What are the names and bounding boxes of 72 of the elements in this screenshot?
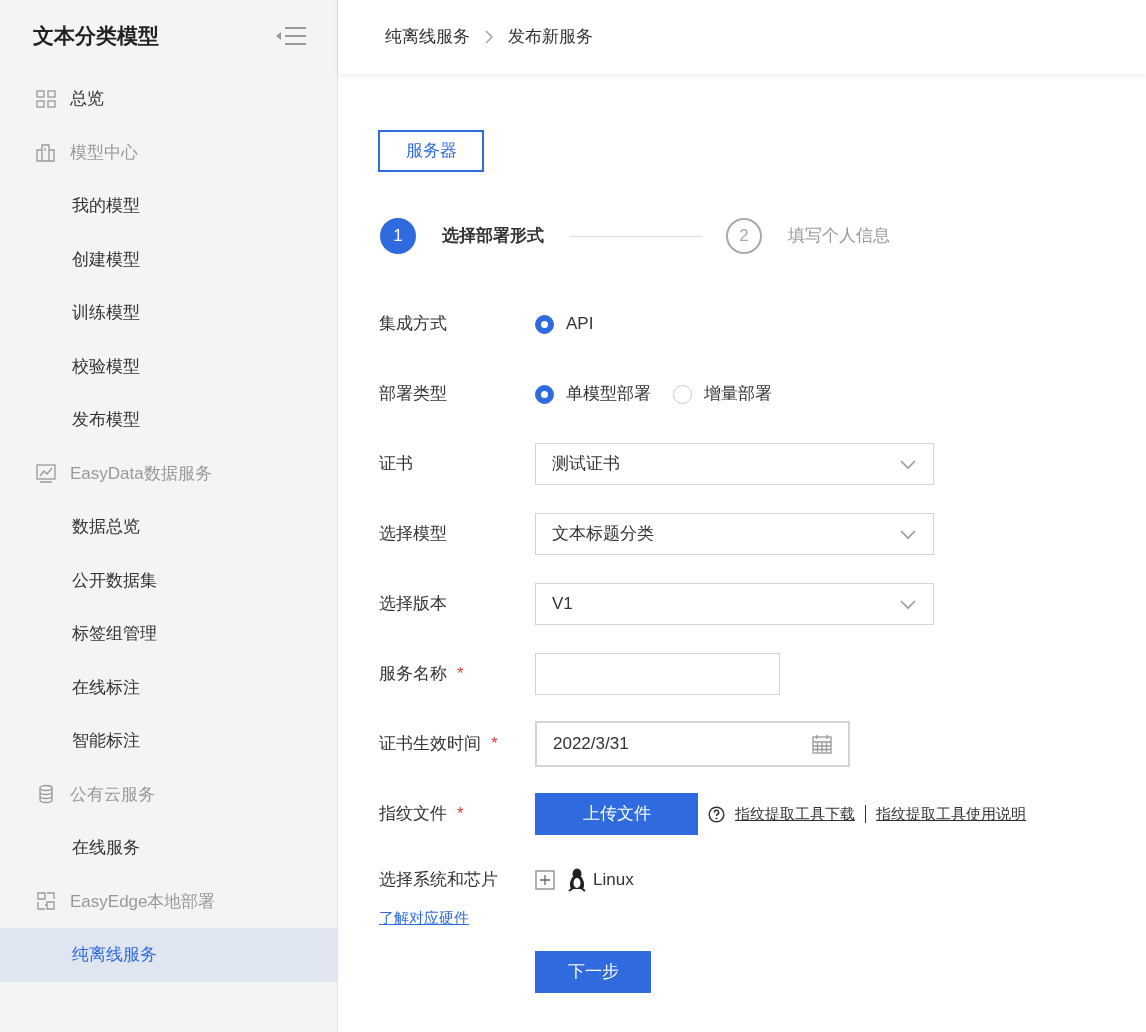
menu-label: 模型中心: [70, 141, 138, 164]
sidebar-item[interactable]: 我的模型: [0, 179, 337, 233]
required-mark: *: [491, 734, 498, 754]
grid-icon: [36, 88, 56, 109]
radio-button[interactable]: [535, 384, 554, 404]
field-label: 部署类型: [379, 384, 447, 404]
field-label: 选择版本: [379, 594, 447, 614]
radio-label: API: [566, 313, 594, 336]
sidebar-item[interactable]: 在线标注: [0, 660, 337, 714]
dropdown[interactable]: 测试证书: [535, 443, 934, 485]
sidebar-item[interactable]: 校验模型: [0, 339, 337, 393]
field-label: 证书: [379, 454, 413, 474]
sidebar-title: 文本分类模型: [33, 23, 159, 49]
step-label: 选择部署形式: [442, 225, 544, 248]
menu-label: 公有云服务: [70, 783, 155, 806]
menu-label: 总览: [70, 88, 104, 110]
field-label: 服务名称: [379, 664, 447, 684]
chevron-down-icon: [899, 458, 917, 470]
radio-label: 单模型部署: [566, 383, 651, 406]
help-link[interactable]: 指纹提取工具使用说明: [876, 802, 1026, 826]
field-label: 证书生效时间: [379, 734, 481, 754]
sidebar-item[interactable]: 智能标注: [0, 714, 337, 768]
date-value: 2022/3/31: [553, 733, 629, 756]
chart-monitor-icon: [36, 463, 56, 484]
field-label: 指纹文件: [379, 804, 447, 824]
network-icon: [36, 891, 56, 912]
date-picker[interactable]: 2022/3/31: [535, 721, 850, 767]
penguin-icon: [567, 867, 587, 892]
sidebar-item[interactable]: 发布模型: [0, 393, 337, 447]
required-mark: *: [457, 804, 464, 824]
sidebar-item[interactable]: 数据总览: [0, 500, 337, 554]
tab[interactable]: 服务器: [378, 130, 484, 172]
dropdown[interactable]: V1: [535, 583, 934, 625]
chevron-down-icon: [899, 598, 917, 610]
menu-label: EasyEdge本地部署: [70, 890, 216, 913]
sidebar-item[interactable]: 标签组管理: [0, 607, 337, 661]
field-label: 选择系统和芯片: [379, 870, 498, 889]
radio-label: 增量部署: [704, 383, 772, 406]
sidebar-item[interactable]: 纯离线服务: [0, 928, 337, 982]
sidebar-item[interactable]: 公开数据集: [0, 553, 337, 607]
field-label: 选择模型: [379, 524, 447, 544]
add-checkbox-icon: [535, 869, 555, 890]
next-button[interactable]: 下一步: [535, 951, 651, 993]
hardware-link[interactable]: 了解对应硬件: [379, 906, 535, 929]
dropdown[interactable]: 文本标题分类: [535, 513, 934, 555]
help-icon: [708, 805, 725, 823]
step-number: 1: [380, 218, 416, 254]
radio-button[interactable]: [535, 314, 554, 334]
upload-button[interactable]: 上传文件: [535, 793, 698, 835]
menu-label: EasyData数据服务: [70, 462, 212, 485]
sidebar-item[interactable]: 创建模型: [0, 232, 337, 286]
database-icon: [36, 784, 56, 805]
breadcrumb-current: 发布新服务: [508, 26, 593, 49]
help-link[interactable]: 指纹提取工具下载: [735, 802, 855, 826]
chevron-right-icon: [484, 29, 494, 45]
menu-collapse-icon: [275, 24, 307, 48]
breadcrumb-link[interactable]: 纯离线服务: [385, 24, 470, 50]
text-input[interactable]: [535, 653, 780, 695]
chevron-down-icon: [899, 528, 917, 540]
dropdown-value: V1: [552, 593, 573, 616]
required-mark: *: [457, 664, 464, 684]
dropdown-value: 文本标题分类: [552, 523, 654, 546]
dropdown-value: 测试证书: [552, 453, 620, 476]
field-label: 集成方式: [379, 314, 447, 334]
sidebar-item[interactable]: 总览: [0, 72, 337, 126]
sidebar-item[interactable]: 训练模型: [0, 286, 337, 340]
building-icon: [36, 142, 56, 163]
step-number: 2: [726, 218, 762, 254]
os-label: Linux: [593, 869, 634, 891]
calendar-icon: [812, 734, 832, 754]
sidebar-item[interactable]: 在线服务: [0, 821, 337, 875]
step-label: 填写个人信息: [788, 225, 890, 248]
